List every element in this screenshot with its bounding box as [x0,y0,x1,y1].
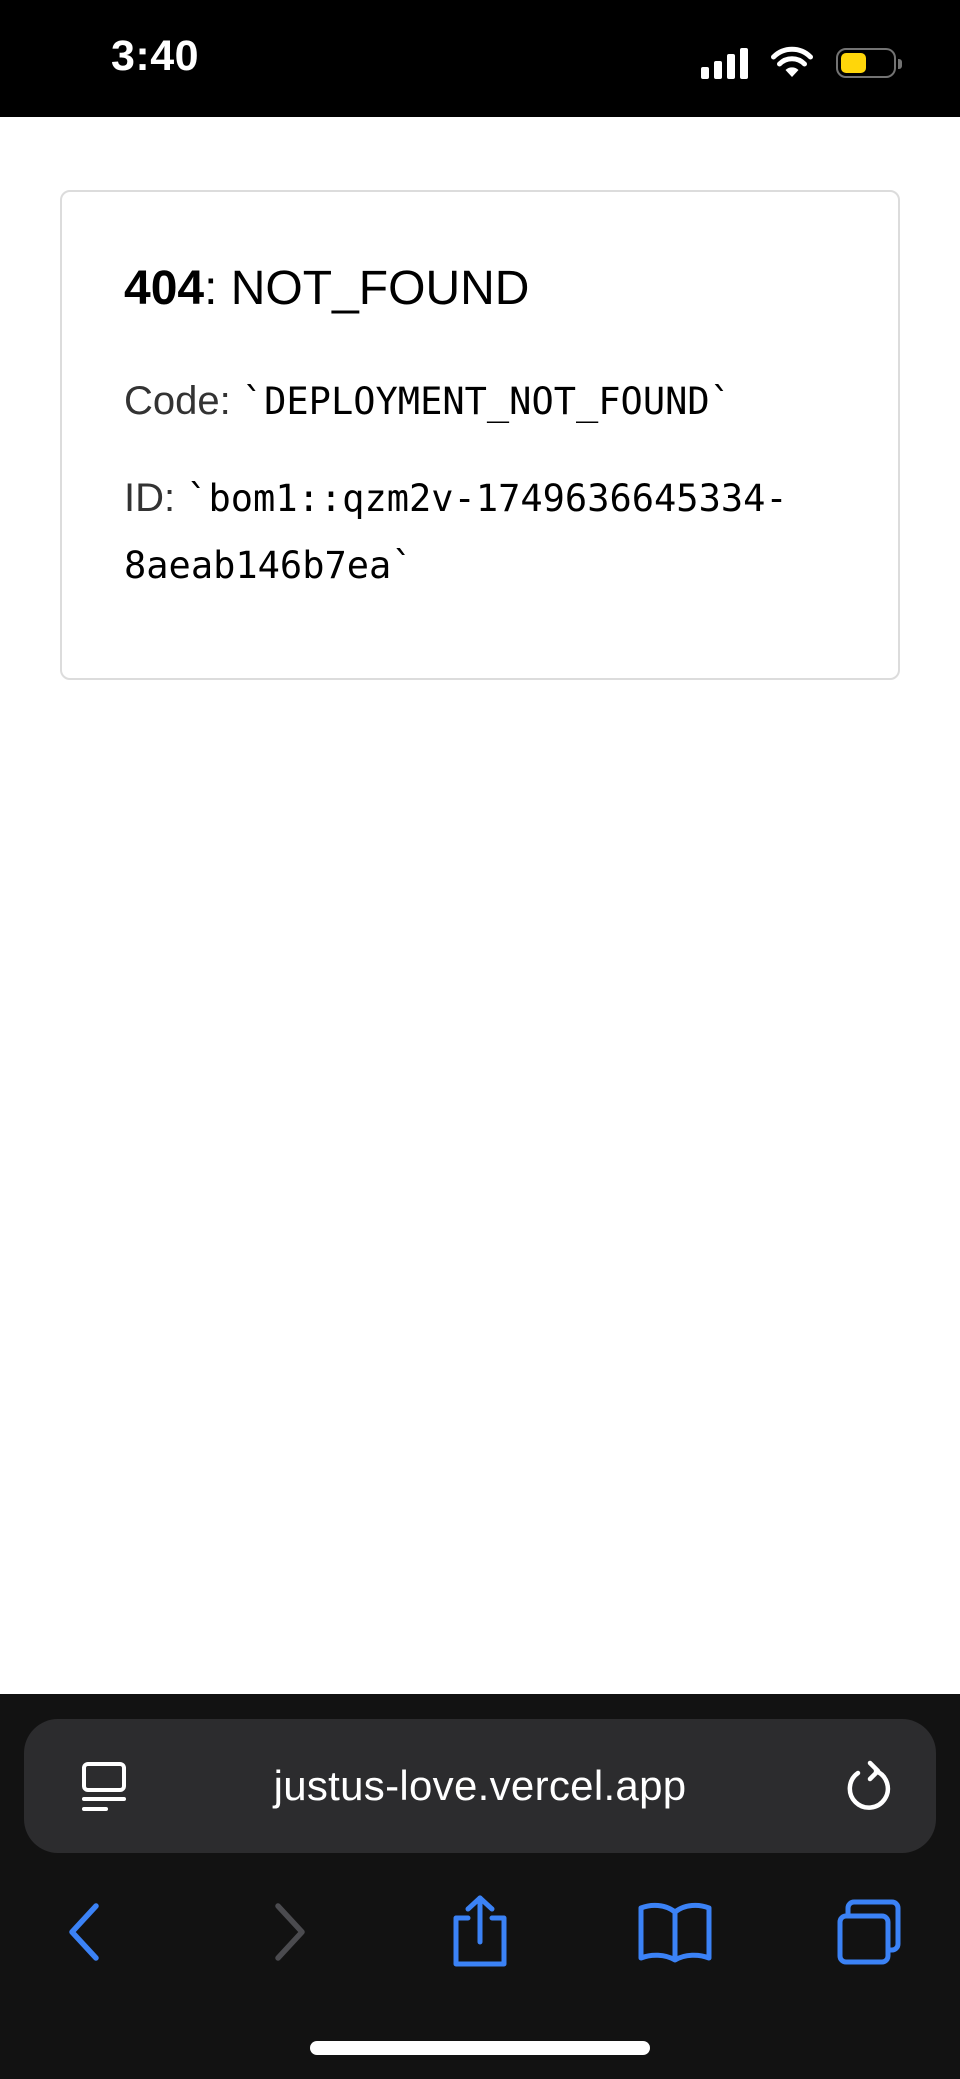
chevron-right-icon [275,1903,305,1961]
share-icon [453,1895,507,1967]
book-icon [638,1902,712,1963]
error-id-value: `bom1::qzm2v-1749636645334-8aeab146b7ea` [124,476,788,587]
bookmarks-button[interactable] [625,1882,725,1982]
battery-level-fill [841,53,866,73]
cellular-signal-icon [701,47,748,79]
address-text[interactable]: justus-love.vercel.app [164,1719,796,1853]
tabs-icon [837,1899,901,1965]
error-status-code: 404 [124,262,205,315]
error-id-label: ID: [124,475,187,520]
error-code-value: `DEPLOYMENT_NOT_FOUND` [241,379,732,423]
home-indicator[interactable] [310,2041,650,2055]
status-icons [701,45,902,81]
error-heading: 404: NOT_FOUND [124,260,836,318]
reload-icon[interactable] [842,1759,896,1815]
status-time: 3:40 [111,32,200,80]
error-code-line: Code: `DEPLOYMENT_NOT_FOUND` [124,368,836,435]
battery-icon [836,48,902,78]
tabs-button[interactable] [820,1882,920,1982]
browser-toolbar [0,1882,960,1982]
share-button[interactable] [430,1882,530,1982]
browser-chrome: justus-love.vercel.app [0,1694,960,2079]
wifi-icon [771,46,813,77]
address-bar[interactable]: justus-love.vercel.app [24,1719,936,1853]
chevron-left-icon [69,1903,99,1961]
status-bar: 3:40 [0,0,960,117]
error-card: 404: NOT_FOUND Code: `DEPLOYMENT_NOT_FOU… [60,190,900,680]
error-id-line: ID: `bom1::qzm2v-1749636645334-8aeab146b… [124,465,836,599]
error-code-label: Code: [124,378,242,423]
back-button[interactable] [36,1882,136,1982]
error-separator: : [204,262,231,315]
error-status-text: NOT_FOUND [230,262,530,315]
forward-button[interactable] [238,1882,338,1982]
page-menu-icon[interactable] [78,1759,130,1815]
